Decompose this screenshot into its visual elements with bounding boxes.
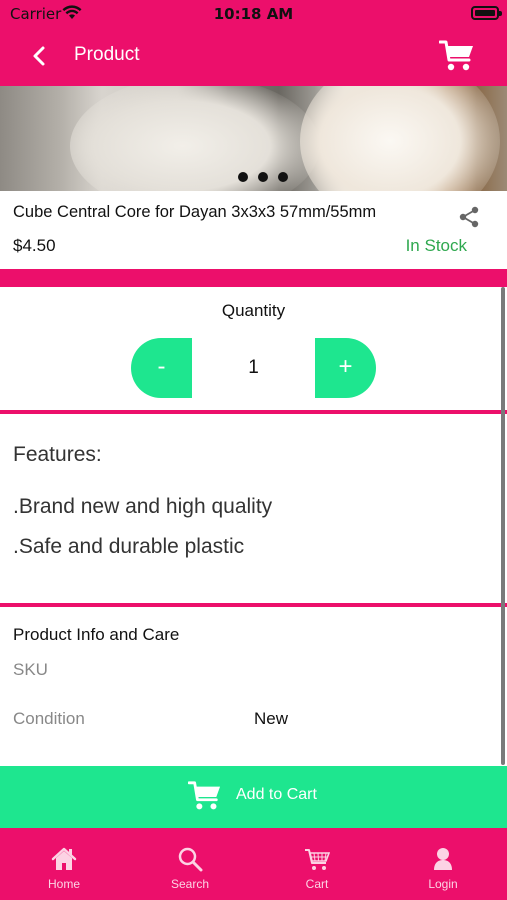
search-icon — [178, 847, 203, 872]
tab-cart[interactable]: Cart — [254, 828, 380, 900]
tab-home[interactable]: Home — [1, 828, 127, 900]
battery-icon — [471, 6, 502, 20]
features-heading: Features: — [13, 443, 102, 466]
carousel-dot — [238, 172, 248, 182]
clock: 10:18 AM — [213, 5, 294, 23]
carousel-dot — [258, 172, 268, 182]
tab-search[interactable]: Search — [127, 828, 253, 900]
product-care-section: Product Info and Care SKU Condition New — [13, 625, 493, 728]
quantity-stepper: Quantity - 1 + — [0, 287, 507, 411]
product-details-scroll[interactable]: Quantity - 1 + Features: .Brand new and … — [0, 287, 507, 767]
product-name: Cube Central Core for Dayan 3x3x3 57mm/5… — [13, 203, 377, 221]
add-to-cart-button[interactable]: Add to Cart — [0, 766, 507, 828]
quantity-value[interactable]: 1 — [192, 338, 315, 398]
increase-quantity-button[interactable]: + — [315, 338, 376, 398]
cart-icon — [188, 781, 221, 810]
condition-value: New — [254, 709, 289, 728]
tab-label: Search — [170, 877, 210, 891]
tab-login[interactable]: Login — [380, 828, 506, 900]
chevron-left-icon[interactable] — [28, 44, 52, 68]
user-icon — [434, 848, 452, 870]
page-title: Product — [74, 44, 140, 65]
tab-label: Cart — [305, 877, 329, 891]
cart-icon[interactable] — [439, 39, 475, 73]
scrollbar[interactable] — [501, 287, 505, 765]
quantity-label: Quantity — [221, 301, 286, 320]
tab-label: Login — [428, 877, 458, 891]
share-icon[interactable] — [458, 206, 480, 228]
section-divider — [0, 269, 507, 287]
tab-bar: Home Search Cart Login — [0, 828, 507, 900]
section-divider — [0, 410, 507, 414]
tab-label: Home — [47, 877, 80, 891]
add-to-cart-label: Add to Cart — [236, 786, 317, 803]
features-section: Features: .Brand new and high quality .S… — [13, 443, 272, 567]
product-image-carousel[interactable] — [0, 86, 507, 191]
product-price: $4.50 — [13, 236, 56, 255]
nav-bar: Product — [0, 27, 507, 86]
carousel-dots — [238, 172, 288, 182]
product-info: Cube Central Core for Dayan 3x3x3 57mm/5… — [0, 191, 507, 269]
feature-item: .Brand new and high quality — [13, 495, 273, 518]
care-heading: Product Info and Care — [13, 625, 180, 644]
status-bar: Carrier 10:18 AM — [0, 0, 507, 27]
carousel-dot — [278, 172, 288, 182]
feature-item: .Safe and durable plastic — [13, 535, 245, 558]
home-icon — [51, 847, 77, 870]
decrease-quantity-button[interactable]: - — [131, 338, 192, 398]
condition-label: Condition — [13, 709, 85, 728]
sku-label: SKU — [13, 660, 48, 679]
stock-status: In Stock — [405, 236, 467, 255]
cart-icon — [305, 849, 330, 870]
section-divider — [0, 603, 507, 607]
